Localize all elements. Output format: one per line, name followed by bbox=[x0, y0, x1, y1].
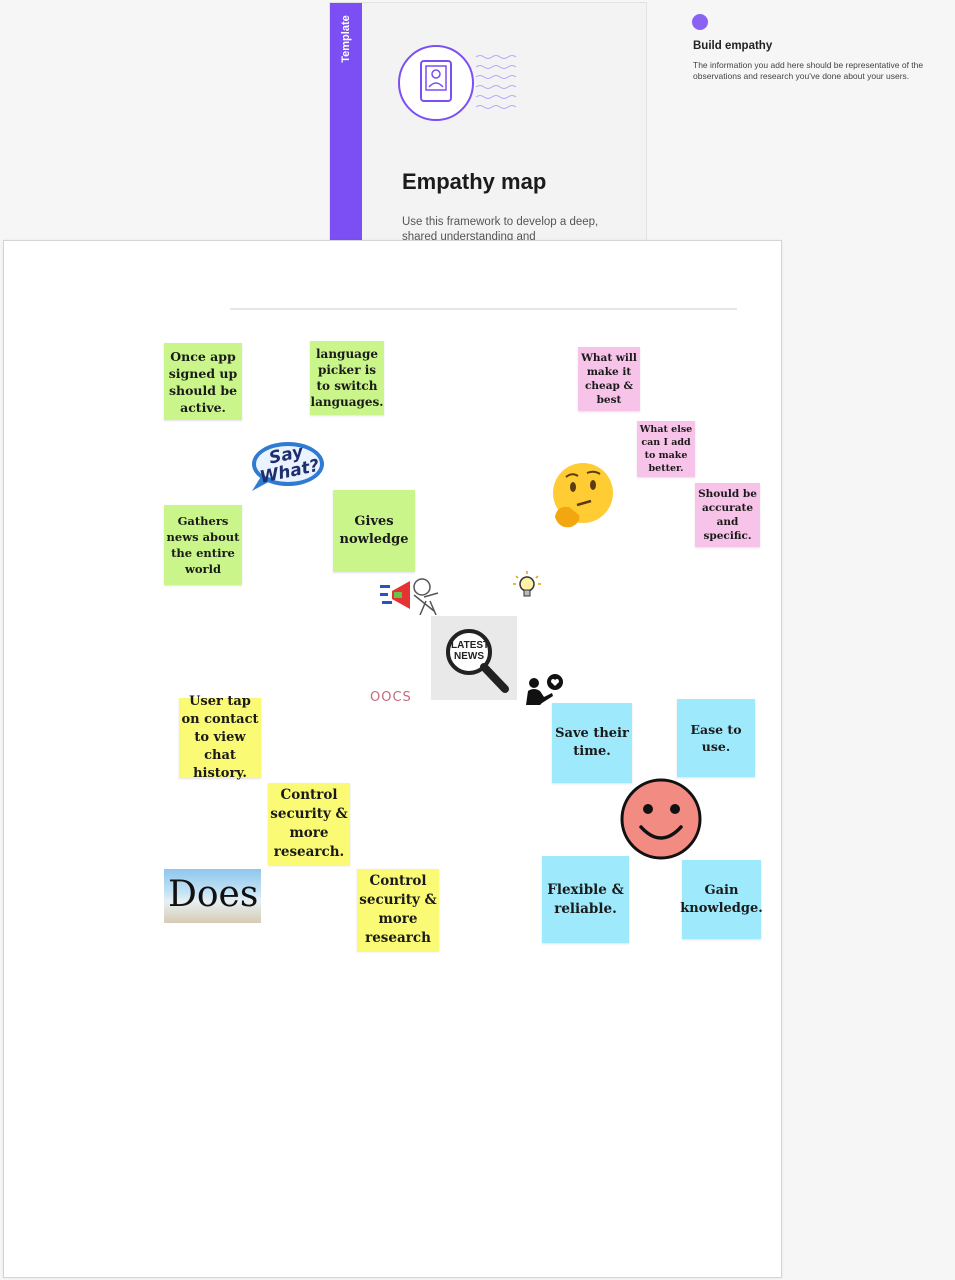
template-title: Empathy map bbox=[402, 169, 547, 194]
person-heart-icon[interactable] bbox=[522, 673, 564, 707]
sticky-note-pink[interactable]: What else can I add to make better. bbox=[637, 421, 695, 477]
sticky-note-blue[interactable]: Gain knowledge. bbox=[680, 860, 763, 939]
sticky-note-green[interactable]: language picker is to switch languages. bbox=[310, 341, 384, 415]
template-card[interactable]: Template Empathy map Use this framework … bbox=[329, 2, 647, 244]
sticky-note-yellow[interactable]: Control security & more research. bbox=[268, 783, 350, 865]
empathy-board[interactable]: Once app signed up should be active. lan… bbox=[3, 240, 782, 1278]
sticky-note-green[interactable]: Once app signed up should be active. bbox=[164, 343, 242, 420]
template-tag: Template bbox=[340, 15, 352, 63]
smiley-face-icon[interactable] bbox=[619, 777, 703, 861]
oocs-sticker[interactable]: OOCS bbox=[370, 690, 412, 705]
empathy-map-illustration bbox=[398, 45, 517, 121]
sticky-note-yellow[interactable]: User tap on contact to view chat history… bbox=[179, 694, 261, 781]
thinking-face-icon[interactable] bbox=[547, 461, 615, 533]
latest-news-text: LATEST NEWS bbox=[451, 640, 490, 662]
sticky-note-green[interactable]: Gathers news about the entire world bbox=[164, 505, 242, 585]
lightbulb-icon[interactable] bbox=[512, 570, 542, 602]
sticky-note-pink[interactable]: What will make it cheap & best bbox=[578, 347, 640, 411]
panel-text: The information you add here should be r… bbox=[693, 60, 924, 81]
template-strip: Template bbox=[330, 3, 362, 243]
does-sticker[interactable]: Does bbox=[164, 869, 261, 923]
board-divider bbox=[230, 308, 737, 310]
sticky-note-blue[interactable]: Ease to use. bbox=[677, 699, 755, 777]
megaphone-icon[interactable] bbox=[380, 571, 444, 615]
sticky-note-yellow[interactable]: Control security & more research bbox=[357, 869, 439, 951]
latest-news-sticker[interactable]: LATEST NEWS bbox=[431, 616, 517, 700]
sticky-note-blue[interactable]: Flexible & reliable. bbox=[542, 856, 629, 943]
does-text: Does bbox=[168, 874, 259, 915]
sticky-note-blue[interactable]: Save their time. bbox=[552, 703, 632, 783]
sticky-note-pink[interactable]: Should be accurate and specific. bbox=[695, 483, 760, 547]
sparkle-icon bbox=[692, 14, 708, 30]
sticky-note-green[interactable]: Gives nowledge bbox=[333, 490, 415, 572]
panel-title: Build empathy bbox=[693, 40, 773, 52]
say-what-sticker[interactable]: Say What? bbox=[248, 437, 328, 493]
